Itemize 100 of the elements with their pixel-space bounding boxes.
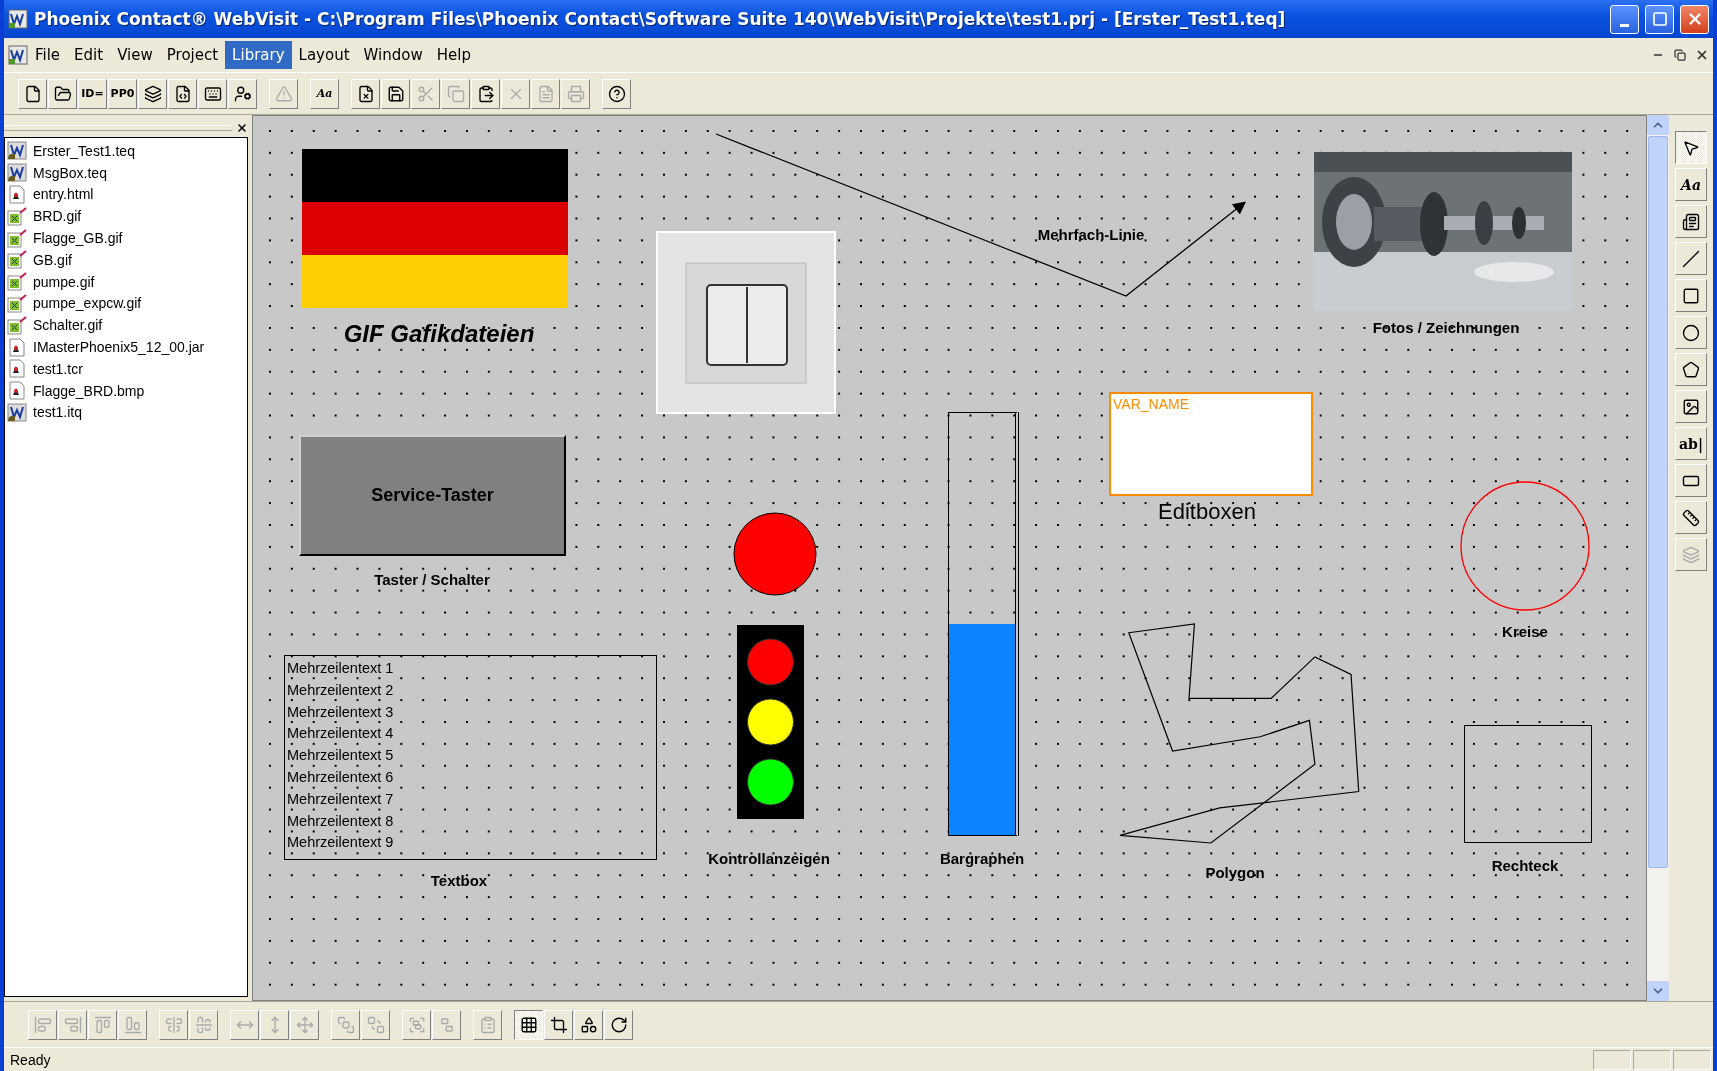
caption: Polygon <box>1205 864 1265 881</box>
file-entry[interactable]: Erster_Test1.teq <box>33 142 135 159</box>
image-file-icon <box>7 228 27 248</box>
caption: Mehrfach-Linie <box>1037 226 1145 243</box>
file-entry[interactable]: GB.gif <box>33 251 72 268</box>
caption: Editboxen <box>1158 499 1256 525</box>
crop-icon <box>549 1015 568 1034</box>
file-entry[interactable]: Flagge_BRD.bmp <box>33 382 145 399</box>
close-button[interactable] <box>1680 4 1709 34</box>
keyboard-icon <box>203 84 222 103</box>
text-line: Mehrzeilentext 5 <box>287 746 395 766</box>
toolbar-button[interactable]: PP0 <box>108 78 137 109</box>
menu-item[interactable]: Edit <box>67 41 111 69</box>
caption: Textbox <box>430 872 488 889</box>
toolbar-button[interactable] <box>1675 131 1707 164</box>
project-file-icon <box>7 163 27 183</box>
document-icon <box>536 84 555 103</box>
layers-icon <box>1682 545 1700 564</box>
file-entry[interactable]: test1.itq <box>33 404 83 421</box>
align-right-icon <box>63 1015 82 1034</box>
minimize-icon <box>1620 23 1629 27</box>
group-icon <box>407 1015 426 1034</box>
document-file-icon <box>7 185 27 204</box>
grid-icon <box>519 1015 538 1034</box>
service-button[interactable]: Service-Taster <box>299 435 566 556</box>
file-entry[interactable]: Flagge_GB.gif <box>33 230 123 247</box>
close-icon[interactable] <box>236 122 248 134</box>
window-title: Phoenix Contact® WebVisit - C:\Program Files\Phoenix Contact\Software Suite 140\WebVisit\Projekte\test1.prj - [Erster_Test1.teq] <box>34 9 1287 29</box>
image-file-icon <box>7 293 27 313</box>
toolbar-button[interactable]: Aa <box>310 78 339 109</box>
document-file-icon <box>7 359 27 379</box>
restore-icon <box>1674 49 1686 61</box>
menu-item[interactable]: View <box>110 41 160 69</box>
menu-item[interactable]: Window <box>356 41 430 69</box>
menu-item[interactable]: Library <box>225 41 292 69</box>
document-file-icon <box>7 381 27 401</box>
copy-icon <box>446 84 465 103</box>
file-entry[interactable]: Schalter.gif <box>33 317 103 334</box>
scroll-down-button[interactable] <box>1647 981 1669 1001</box>
image-file-icon <box>7 206 27 226</box>
maximize-button[interactable] <box>1645 4 1674 34</box>
text-line: Mehrzeilentext 1 <box>287 659 395 678</box>
text-line: Mehrzeilentext 9 <box>287 833 395 853</box>
menu-item[interactable]: Layout <box>291 41 357 69</box>
polygon-icon <box>1682 360 1700 379</box>
center-vertical-icon <box>194 1015 213 1034</box>
pointer-icon <box>1682 138 1700 157</box>
text-block-icon <box>1682 212 1700 231</box>
toolbar-button[interactable]: ab| <box>1675 427 1707 460</box>
file-entry[interactable]: test1.tcr <box>33 360 83 377</box>
caption: Bargraphen <box>939 850 1025 867</box>
toolbar-button[interactable]: Aa <box>1675 168 1707 201</box>
move-arrows-icon <box>295 1015 314 1034</box>
document-file-icon <box>7 337 27 357</box>
rectangle-icon <box>1682 286 1700 305</box>
scissors-icon <box>416 84 435 103</box>
toolbar-button[interactable] <box>514 1009 543 1040</box>
properties-icon <box>478 1015 497 1034</box>
send-back-icon <box>366 1015 385 1034</box>
status-text: Ready <box>9 1051 52 1068</box>
help-icon <box>607 84 626 103</box>
maximize-icon <box>1651 11 1668 27</box>
file-entry[interactable]: IMasterPhoenix5_12_00.jar <box>33 339 205 356</box>
file-entry[interactable]: MsgBox.teq <box>33 164 107 181</box>
warning-icon <box>274 84 293 103</box>
file-entry[interactable]: BRD.gif <box>33 208 82 225</box>
bring-front-icon <box>336 1015 355 1034</box>
menu-item[interactable]: File <box>28 41 68 69</box>
toolbar-button[interactable]: ID= <box>78 78 107 109</box>
text-line: Mehrzeilentext 7 <box>287 789 395 809</box>
caption: Kontrollanzeigen <box>708 850 830 867</box>
caption: Taster / Schalter <box>374 571 490 588</box>
paste-icon <box>476 84 495 103</box>
printer-icon <box>566 84 585 103</box>
caption: Rechteck <box>1491 857 1559 874</box>
project-file-icon <box>7 402 27 422</box>
app-icon <box>8 45 28 65</box>
stack-icon <box>143 84 162 103</box>
text-line: Mehrzeilentext 2 <box>287 680 395 700</box>
save-icon <box>386 84 405 103</box>
minimize-button[interactable] <box>1610 4 1639 34</box>
status-pane <box>1593 1049 1631 1070</box>
file-entry[interactable]: entry.html <box>33 186 94 203</box>
html-file-icon <box>173 84 192 103</box>
center-horizontal-icon <box>164 1015 183 1034</box>
ellipse-icon <box>1682 323 1700 342</box>
line-icon <box>1682 249 1700 268</box>
file-entry[interactable]: pumpe_expcw.gif <box>33 295 142 312</box>
align-left-icon <box>33 1015 52 1034</box>
caption: Kreise <box>1502 623 1548 640</box>
close-icon <box>1695 48 1709 62</box>
project-file-icon <box>7 141 27 161</box>
file-entry[interactable]: pumpe.gif <box>33 273 95 290</box>
scroll-up-button[interactable] <box>1647 115 1669 135</box>
menu-item[interactable]: Help <box>429 41 478 69</box>
text-line: Mehrzeilentext 4 <box>287 724 395 744</box>
menu-item[interactable]: Project <box>159 41 226 69</box>
scrollbar-thumb[interactable] <box>1648 136 1668 868</box>
file-cross-icon <box>356 84 375 103</box>
user-icon <box>233 84 252 103</box>
